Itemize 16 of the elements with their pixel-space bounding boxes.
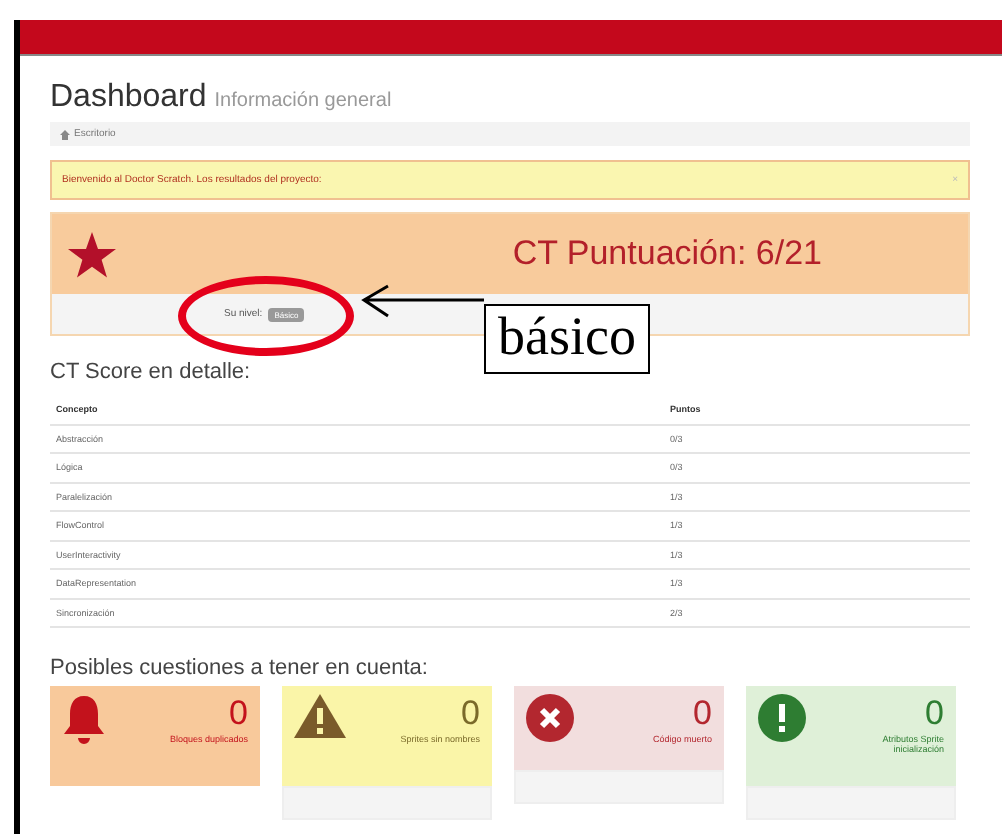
annotation-label: básico: [484, 304, 650, 374]
issue-count: 0: [461, 694, 480, 734]
bell-icon: [62, 694, 106, 746]
score-title: CT Puntuación: 6/21: [512, 234, 822, 274]
issue-count: 0: [925, 694, 944, 734]
issue-count: 0: [693, 694, 712, 734]
warning-icon: [294, 694, 346, 738]
issues-heading: Posibles cuestiones a tener en cuenta:: [50, 656, 430, 680]
page-title: Dashboard: [50, 80, 207, 116]
page-subtitle: Información general: [214, 90, 392, 112]
error-icon: [526, 694, 574, 742]
detail-heading: CT Score en detalle:: [50, 360, 253, 384]
home-icon: [60, 129, 70, 139]
issue-count: 0: [229, 694, 248, 734]
star-icon: [68, 231, 116, 277]
exclamation-icon: [758, 694, 806, 742]
